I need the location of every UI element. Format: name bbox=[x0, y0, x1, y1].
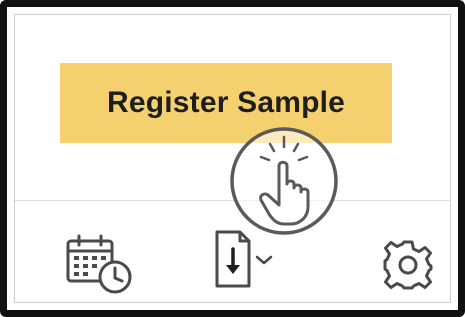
tap-gesture-indicator bbox=[221, 120, 349, 238]
register-sample-label: Register Sample bbox=[106, 86, 346, 119]
calendar-clock-icon bbox=[66, 234, 132, 294]
screenshot-frame: Register Sample bbox=[0, 0, 465, 317]
calendar-clock-button[interactable] bbox=[65, 233, 137, 295]
gear-icon bbox=[383, 240, 433, 290]
settings-button[interactable] bbox=[382, 239, 434, 291]
chevron-down-icon bbox=[255, 255, 273, 265]
tap-hand-icon bbox=[230, 127, 338, 235]
download-options-dropdown[interactable] bbox=[255, 254, 273, 266]
